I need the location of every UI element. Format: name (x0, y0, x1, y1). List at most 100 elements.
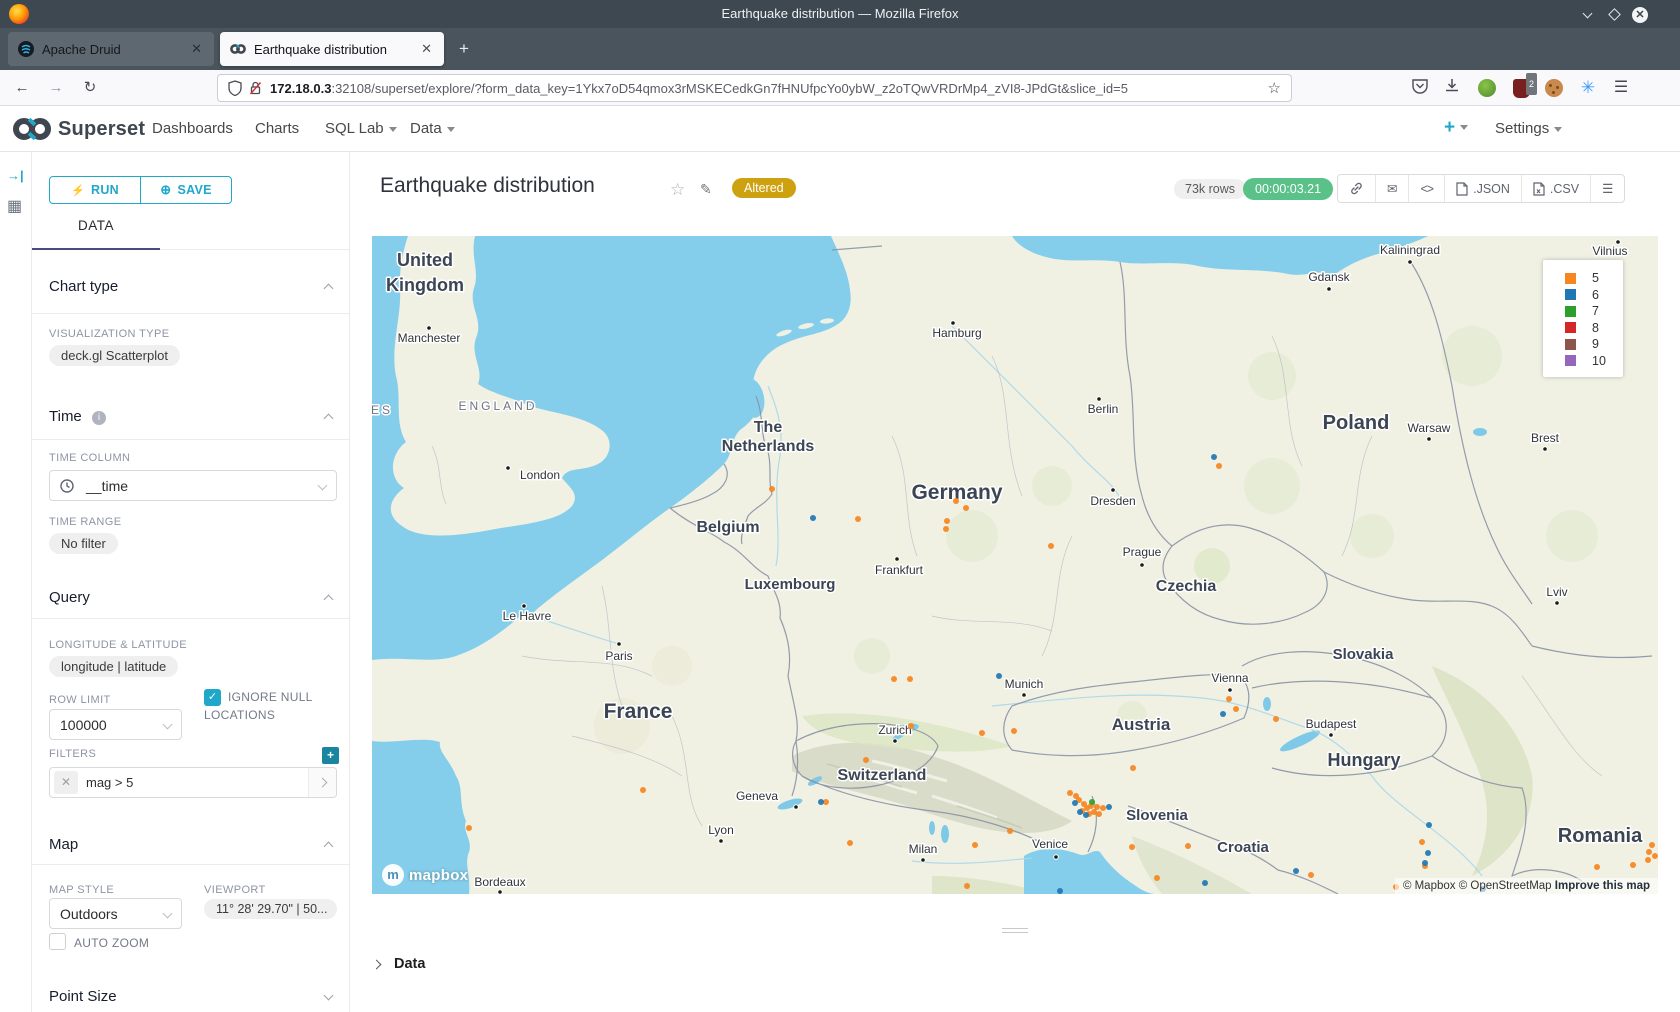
export-csv-button[interactable]: .CSV (1521, 175, 1590, 202)
browser-tab-apache-druid[interactable]: Apache Druid ✕ (8, 32, 214, 66)
embed-code-button[interactable]: <> (1408, 175, 1444, 202)
shield-icon[interactable] (228, 80, 242, 96)
scatter-point[interactable] (1425, 850, 1431, 856)
edit-title-icon[interactable]: ✎ (700, 181, 712, 198)
scatter-point[interactable] (1646, 849, 1652, 855)
scatter-point[interactable] (855, 516, 861, 522)
scatter-point[interactable] (1072, 800, 1078, 806)
window-maximize-button[interactable] (1606, 7, 1622, 23)
scatter-point[interactable] (943, 526, 949, 532)
scatter-point[interactable] (847, 840, 853, 846)
chevron-up-icon[interactable] (324, 284, 334, 294)
cookie-extension-icon[interactable] (1545, 79, 1563, 97)
row-limit-select[interactable]: 100000 (49, 709, 182, 740)
scatter-point[interactable] (963, 505, 969, 511)
bookmark-star-icon[interactable]: ☆ (1268, 79, 1281, 97)
scatter-point[interactable] (908, 723, 914, 729)
downloads-icon[interactable] (1441, 77, 1463, 99)
chart-menu-button[interactable]: ☰ (1590, 175, 1624, 202)
menu-icon[interactable]: ☰ (1610, 77, 1632, 99)
mapbox-logo[interactable]: m mapbox (382, 864, 468, 886)
panel-resize-handle[interactable] (1002, 928, 1028, 936)
superset-logo[interactable]: Superset (12, 114, 145, 144)
new-tab-button[interactable]: + (452, 38, 476, 62)
chevron-down-icon[interactable] (324, 991, 334, 1001)
scatter-point[interactable] (1077, 809, 1083, 815)
forward-icon[interactable]: → (46, 78, 66, 98)
filter-chip[interactable]: ✕ mag > 5 (49, 767, 337, 798)
chevron-up-icon[interactable] (324, 842, 334, 852)
scatter-point[interactable] (1216, 463, 1222, 469)
scatter-point[interactable] (1100, 805, 1106, 811)
scatter-point[interactable] (996, 673, 1002, 679)
scatter-point[interactable] (1202, 880, 1208, 886)
scatter-point[interactable] (1652, 853, 1658, 859)
scatter-point[interactable] (1011, 728, 1017, 734)
auto-zoom-checkbox[interactable] (49, 933, 66, 950)
nav-data[interactable]: Data (410, 120, 455, 137)
back-icon[interactable]: ← (12, 78, 32, 98)
lonlat-value[interactable]: longitude | latitude (49, 656, 178, 677)
window-minimize-button[interactable] (1580, 7, 1596, 23)
scatter-point[interactable] (1007, 828, 1013, 834)
add-new-button[interactable]: + (1444, 117, 1468, 139)
scatter-point[interactable] (1594, 864, 1600, 870)
scatter-point[interactable] (466, 825, 472, 831)
scatter-point[interactable] (810, 515, 816, 521)
ublock-icon[interactable]: 2 (1513, 79, 1530, 98)
deckgl-scatter-map[interactable]: ManchesterLondonLe HavreParisBordeauxLyo… (372, 236, 1658, 894)
scatter-point[interactable] (964, 883, 970, 889)
scatter-point[interactable] (1426, 822, 1432, 828)
improve-map-link[interactable]: Improve this map (1555, 880, 1650, 892)
scatter-point[interactable] (1308, 872, 1314, 878)
email-button[interactable]: ✉ (1375, 175, 1408, 202)
remove-filter-icon[interactable]: ✕ (54, 771, 78, 794)
scatter-point[interactable] (1067, 790, 1073, 796)
scatter-point[interactable] (818, 799, 824, 805)
scatter-point[interactable] (1106, 804, 1112, 810)
privacy-extension-icon[interactable] (1478, 79, 1496, 97)
scatter-point[interactable] (1089, 799, 1095, 805)
scatter-point[interactable] (1048, 543, 1054, 549)
scatter-point[interactable] (979, 730, 985, 736)
browser-tab-earthquake-distribution[interactable]: Earthquake distribution ✕ (220, 32, 444, 66)
run-button[interactable]: ⚡RUN (50, 177, 140, 203)
scatter-point[interactable] (1233, 706, 1239, 712)
scatter-point[interactable] (1645, 857, 1651, 863)
scatter-point[interactable] (1096, 811, 1102, 817)
url-text[interactable]: 172.18.0.3:32108/superset/explore/?form_… (270, 81, 1260, 96)
data-panel-toggle[interactable]: Data (373, 956, 425, 972)
nav-dashboards[interactable]: Dashboards (152, 120, 233, 137)
scatter-point[interactable] (1094, 804, 1100, 810)
open-filter-icon[interactable] (308, 768, 336, 797)
scatter-point[interactable] (1226, 696, 1232, 702)
tab-close-icon[interactable]: ✕ (189, 41, 204, 57)
collapse-panel-icon[interactable]: →| (7, 168, 24, 183)
nav-settings[interactable]: Settings (1495, 120, 1562, 137)
scatter-point[interactable] (863, 757, 869, 763)
scatter-point[interactable] (1422, 860, 1428, 866)
scatter-point[interactable] (1129, 844, 1135, 850)
scatter-point[interactable] (1630, 862, 1636, 868)
scatter-point[interactable] (1649, 842, 1655, 848)
nav-charts[interactable]: Charts (255, 120, 299, 137)
altered-badge[interactable]: Altered (732, 178, 796, 198)
section-query[interactable]: Query (49, 589, 90, 606)
scatter-point[interactable] (640, 787, 646, 793)
scatter-point[interactable] (1130, 765, 1136, 771)
dataset-grid-icon[interactable]: ▦ (7, 196, 22, 216)
window-close-button[interactable]: ✕ (1632, 7, 1648, 23)
nav-sql-lab[interactable]: SQL Lab (325, 120, 397, 137)
section-chart-type[interactable]: Chart type (49, 278, 118, 295)
chevron-up-icon[interactable] (324, 595, 334, 605)
scatter-point[interactable] (1185, 843, 1191, 849)
section-point-size[interactable]: Point Size (49, 988, 117, 1005)
export-json-button[interactable]: .JSON (1444, 175, 1521, 202)
time-range-value[interactable]: No filter (49, 533, 118, 554)
scatter-point[interactable] (972, 842, 978, 848)
viz-type-value[interactable]: deck.gl Scatterplot (49, 345, 180, 366)
ignore-null-checkbox[interactable]: ✓ (204, 689, 221, 706)
scatter-point[interactable] (1211, 454, 1217, 460)
scatter-point[interactable] (1293, 868, 1299, 874)
scatter-point[interactable] (1083, 812, 1089, 818)
